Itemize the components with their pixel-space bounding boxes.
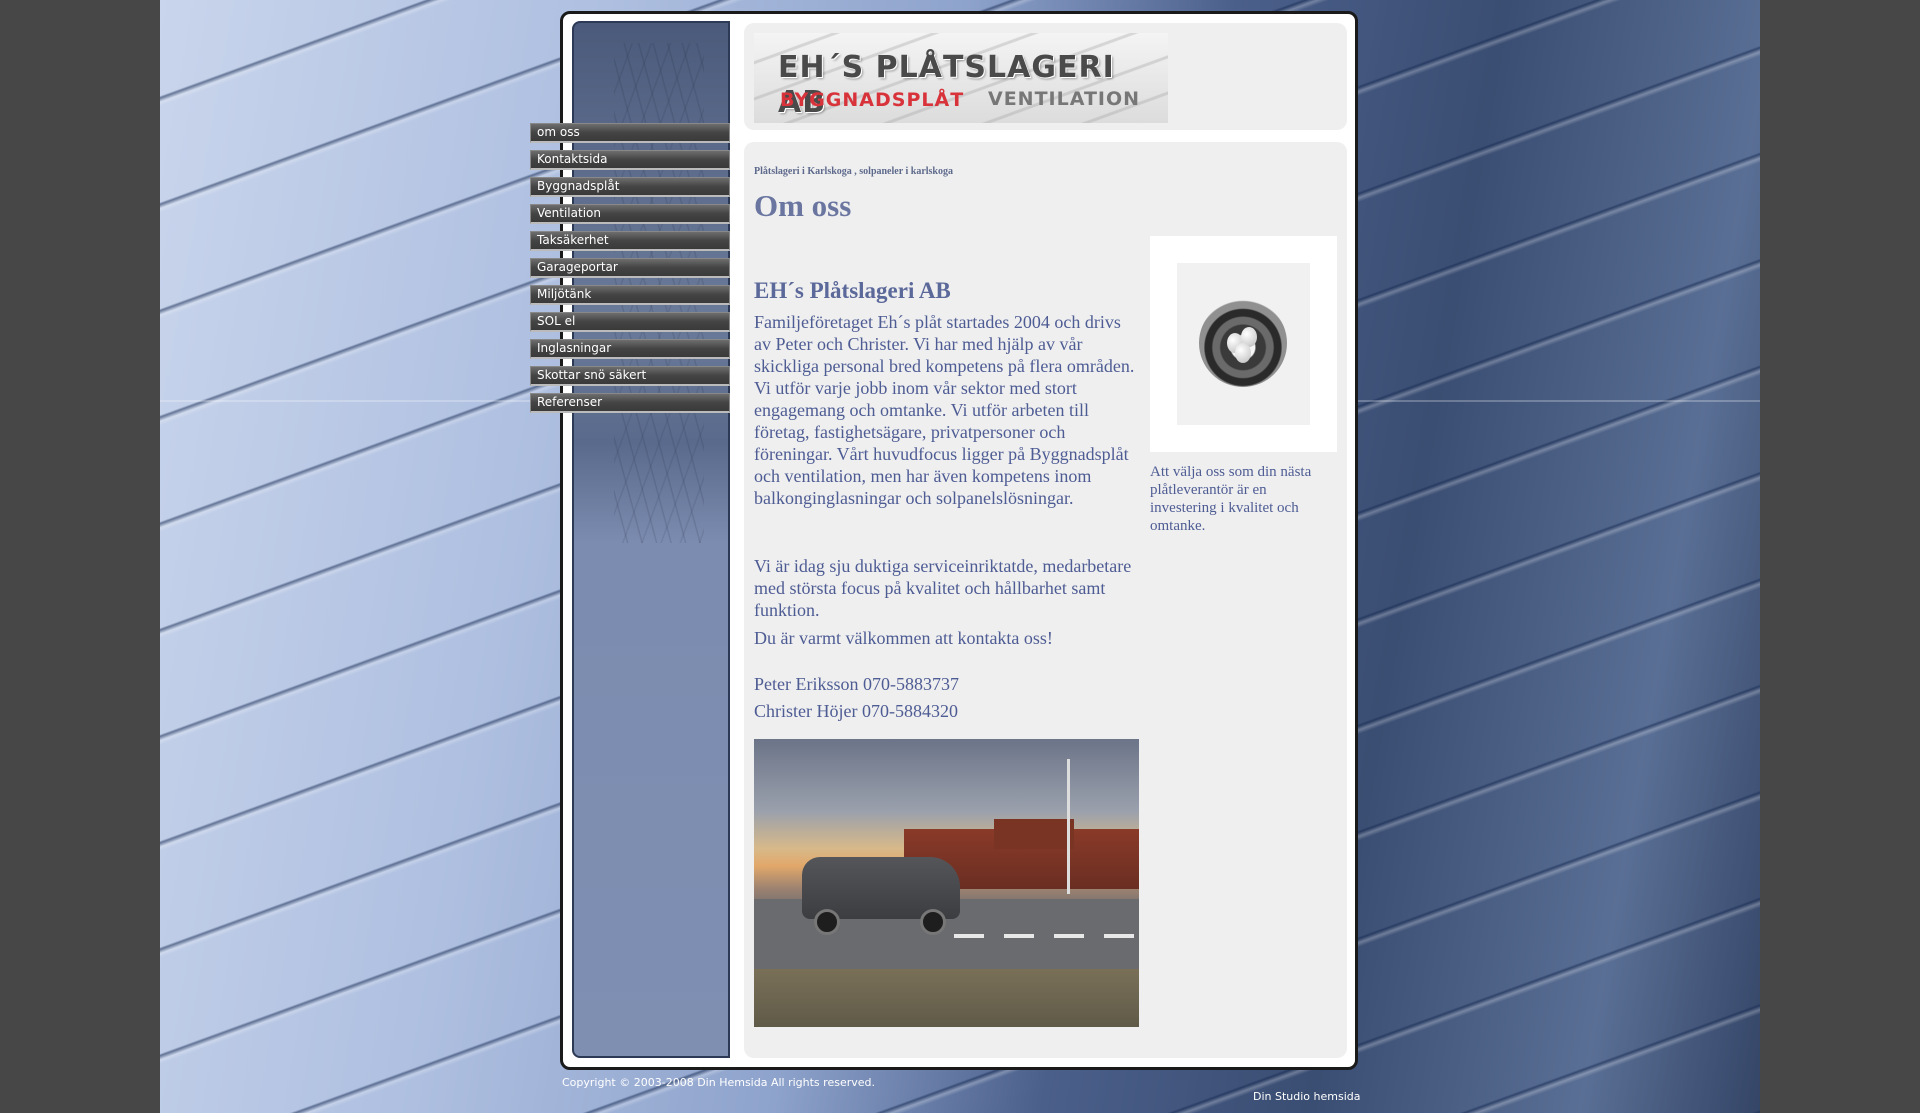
nav-item-kontaktsida[interactable]: Kontaktsida xyxy=(530,150,730,170)
copyright-text: Copyright © 2003-2008 Din Hemsida All ri… xyxy=(562,1076,875,1089)
nav-item-ventilation[interactable]: Ventilation xyxy=(530,204,730,224)
nav-item-skottar-sno[interactable]: Skottar snö säkert xyxy=(530,366,730,386)
nav-item-taksakerhet[interactable]: Taksäkerhet xyxy=(530,231,730,251)
contact-peter: Peter Eriksson 070-5883737 xyxy=(754,674,959,694)
nav-item-byggnadsplat[interactable]: Byggnadsplåt xyxy=(530,177,730,197)
contact-christer: Christer Höjer 070-5884320 xyxy=(754,701,958,721)
studio-credit-link[interactable]: Din Studio hemsida xyxy=(1253,1090,1361,1103)
intro-paragraph: Familjeföretaget Eh´s plåt startades 200… xyxy=(754,312,1135,508)
page-title: Om oss xyxy=(754,188,852,223)
nav-item-miljotank[interactable]: Miljötänk xyxy=(530,285,730,305)
logo-ventilation: VENTILATION xyxy=(988,88,1141,110)
company-logo[interactable]: EH´S PLÅTSLAGERI AB BYGGNADSPLÅT VENTILA… xyxy=(754,33,1168,123)
staff-paragraph: Vi är idag sju duktiga serviceinriktatde… xyxy=(754,556,1132,620)
logo-byggnadsplat: BYGGNADSPLÅT xyxy=(780,89,965,111)
company-heading: EH´s Plåtslageri AB xyxy=(754,278,951,303)
nav-item-sol-el[interactable]: SOL el xyxy=(530,312,730,332)
nav-item-inglasningar[interactable]: Inglasningar xyxy=(530,339,730,359)
bird-nest-image xyxy=(1150,236,1337,452)
breadcrumb: Plåtslageri i Karlskoga , solpaneler i k… xyxy=(754,166,953,177)
company-van-photo xyxy=(754,739,1139,1027)
side-caption: Att välja oss som din nästa plåtleverant… xyxy=(1150,464,1312,534)
nav-item-referenser[interactable]: Referenser xyxy=(530,393,730,413)
main-navigation: om oss Kontaktsida Byggnadsplåt Ventilat… xyxy=(530,123,730,420)
welcome-text: Du är varmt välkommen att kontakta oss! xyxy=(754,628,1053,648)
nav-item-om-oss[interactable]: om oss xyxy=(530,123,730,143)
nav-item-garageportar[interactable]: Garageportar xyxy=(530,258,730,278)
